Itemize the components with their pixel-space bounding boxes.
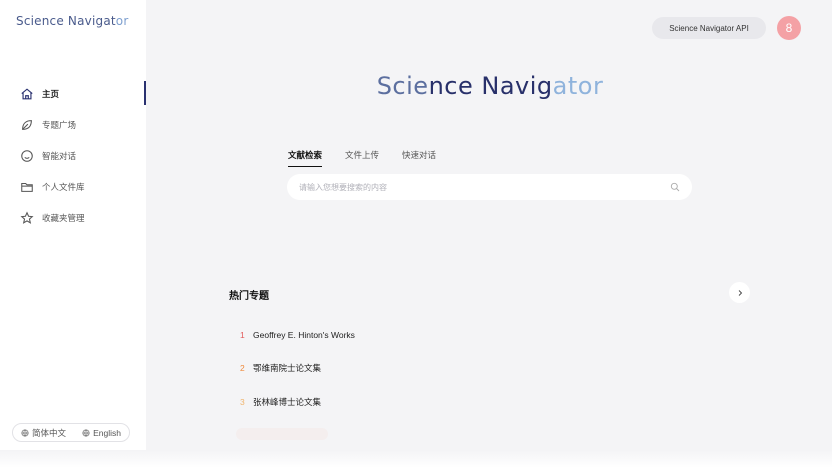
title-part: Scie	[376, 72, 429, 100]
sidebar-item-label: 收藏夹管理	[42, 212, 85, 223]
sidebar-item-label: 智能对话	[42, 150, 77, 161]
list-item[interactable]: 1 Geoffrey E. Hinton's Works	[240, 318, 355, 352]
sidebar-item-label: 主页	[42, 88, 60, 99]
sidebar-nav: 主页 专题广场 智能对话 个人文件库 收藏夹管理	[0, 78, 146, 233]
sidebar-item-topics[interactable]: 专题广场	[0, 109, 146, 140]
sidebar-item-label: 个人文件库	[42, 181, 85, 192]
logo-text-part: nce Navig	[41, 14, 104, 28]
avatar[interactable]: 8	[777, 16, 801, 40]
search-input[interactable]	[299, 182, 670, 192]
app-logo[interactable]: Science Navigator	[16, 14, 128, 28]
language-switcher: 简体中文 English	[12, 423, 130, 442]
globe-icon	[21, 428, 29, 437]
sidebar-item-chat[interactable]: 智能对话	[0, 140, 146, 171]
sidebar-item-library[interactable]: 个人文件库	[0, 171, 146, 202]
sidebar-item-label: 专题广场	[42, 119, 77, 130]
language-option-zh[interactable]: 简体中文	[21, 427, 66, 439]
leaf-icon	[20, 118, 34, 132]
sidebar-item-favorites[interactable]: 收藏夹管理	[0, 202, 146, 233]
home-icon	[20, 87, 34, 101]
language-option-en[interactable]: English	[82, 428, 121, 438]
logo-text-part: Scie	[16, 14, 42, 28]
language-label: English	[93, 427, 121, 438]
tab-literature-search[interactable]: 文献检索	[288, 149, 323, 167]
rank-number: 2	[240, 363, 245, 374]
star-icon	[20, 210, 34, 225]
logo-text-part: at	[103, 14, 116, 28]
title-part: ator	[552, 72, 604, 100]
hot-topics-list: 1 Geoffrey E. Hinton's Works 2 鄂维南院士论文集 …	[240, 318, 355, 419]
smile-chat-icon	[20, 149, 34, 163]
api-button[interactable]: Science Navigator API	[652, 17, 766, 39]
bottom-fade	[0, 450, 832, 468]
language-label: 简体中文	[32, 427, 67, 438]
folder-icon	[20, 180, 34, 194]
topic-title: Geoffrey E. Hinton's Works	[253, 329, 355, 340]
partial-list-item	[236, 428, 328, 440]
search-box	[287, 174, 692, 200]
list-item[interactable]: 3 张林峰博士论文集	[240, 385, 355, 419]
tab-quick-chat[interactable]: 快速对话	[402, 149, 436, 167]
hot-topics-title: 热门专题	[229, 291, 269, 302]
sidebar: Science Navigator 主页 专题广场 智能对话 个人文件库 收藏夹…	[0, 0, 146, 468]
title-part: nce Navig	[428, 72, 553, 100]
list-item[interactable]: 2 鄂维南院士论文集	[240, 352, 355, 386]
topic-title: 张林峰博士论文集	[253, 396, 322, 407]
chevron-right-icon	[738, 289, 742, 296]
hot-topics-more-button[interactable]	[729, 282, 750, 303]
globe-icon	[82, 428, 90, 437]
sidebar-item-home[interactable]: 主页	[0, 78, 146, 109]
search-tabs: 文献检索 文件上传 快速对话	[288, 149, 459, 167]
rank-number: 1	[240, 329, 245, 340]
page-title: Science Navigator	[300, 72, 680, 100]
topic-title: 鄂维南院士论文集	[253, 363, 322, 374]
search-icon[interactable]	[670, 182, 680, 192]
tab-file-upload[interactable]: 文件上传	[345, 149, 379, 167]
rank-number: 3	[240, 396, 245, 407]
logo-text-part: or	[115, 14, 129, 28]
